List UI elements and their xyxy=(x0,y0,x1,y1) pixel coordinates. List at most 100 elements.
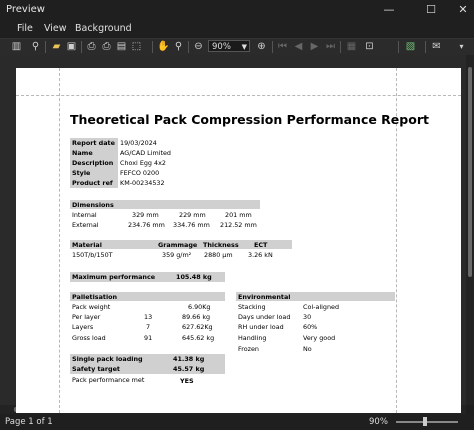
environmental-label: Days under load xyxy=(238,313,291,321)
zoom-in-icon[interactable]: ⊕ xyxy=(255,40,268,53)
layers-value: 627.62Kg xyxy=(182,323,213,331)
max-performance-value: 105.48 kg xyxy=(176,273,212,281)
more-icon[interactable]: ▾ xyxy=(455,40,468,53)
page-indicator: Page 1 of 1 xyxy=(5,417,53,427)
status-bar: Page 1 of 1 90% xyxy=(0,414,474,430)
meta-label: Description xyxy=(72,159,114,167)
layers-label: Layers xyxy=(72,323,94,331)
environmental-value: 30 xyxy=(303,313,312,321)
environmental-label: Frozen xyxy=(238,345,259,353)
vertical-scrollbar[interactable] xyxy=(466,55,474,405)
toolbar: ▥ ⚲ ▰ ▣ ⎙ ⎙ ▤ ⬚ ✋ ⚲ ⊖ 90% ▼ ⊕ ⏮ ◀ ▶ ⏭ ▦ … xyxy=(0,38,474,56)
gross-load-value: 645.62 kg xyxy=(182,334,215,342)
dimension-value: 229 mm xyxy=(179,211,206,219)
minimize-button[interactable]: — xyxy=(372,0,406,20)
gross-load-count: 91 xyxy=(144,334,153,342)
per-layer-value: 89.66 kg xyxy=(182,313,211,321)
meta-label: Style xyxy=(72,169,91,177)
zoom-percentage: 90% xyxy=(369,417,388,427)
last-page-icon[interactable]: ⏭ xyxy=(324,40,337,53)
environmental-value: 60% xyxy=(303,323,318,331)
menu-background[interactable]: Background xyxy=(75,23,132,34)
dimension-value: 334.76 mm xyxy=(173,221,210,229)
performance-met-label: Pack performance met xyxy=(72,376,145,384)
palletisation-header: Palletisation xyxy=(72,293,118,301)
meta-value: Choxi Egg 4x2 xyxy=(120,159,166,167)
zoom-select[interactable]: 90% ▼ xyxy=(208,40,250,52)
per-layer-count: 13 xyxy=(144,313,153,321)
print-icon[interactable]: ⎙ xyxy=(85,40,98,53)
menu-file[interactable]: File xyxy=(17,23,33,34)
meta-label: Name xyxy=(72,149,93,157)
ect-header: ECT xyxy=(254,241,268,249)
meta-value: FEFCO 0200 xyxy=(120,169,160,177)
scale-icon[interactable]: ⬚ xyxy=(130,40,143,53)
environmental-header: Environmental xyxy=(238,293,291,301)
meta-value: 19/03/2024 xyxy=(120,139,157,147)
environmental-value: Col-aligned xyxy=(303,303,340,311)
meta-label: Product ref xyxy=(72,179,113,187)
environmental-label: Stacking xyxy=(238,303,266,311)
zoom-slider[interactable] xyxy=(396,421,458,423)
pack-weight-value: 6.90Kg xyxy=(188,303,211,311)
material-value: 150T/b/150T xyxy=(72,251,113,259)
performance-met-value: YES xyxy=(180,377,194,385)
pack-weight-label: Pack weight xyxy=(72,303,111,311)
open-icon[interactable]: ▰ xyxy=(50,40,63,53)
zoom-out-icon[interactable]: ⊖ xyxy=(192,40,205,53)
environmental-value: No xyxy=(303,345,312,353)
grammage-header: Grammage xyxy=(158,241,198,249)
quick-print-icon[interactable]: ⎙ xyxy=(100,40,113,53)
dimensions-header: Dimensions xyxy=(72,201,114,209)
max-performance-label: Maximum performance xyxy=(72,273,156,281)
environmental-label: Handling xyxy=(238,334,267,342)
save-icon[interactable]: ▣ xyxy=(65,40,78,53)
background-icon[interactable]: ⊡ xyxy=(363,40,376,53)
thickness-value: 2880 µm xyxy=(204,251,233,259)
ect-value: 3.26 kN xyxy=(248,251,273,259)
gross-load-label: Gross load xyxy=(72,334,106,342)
meta-value: AG/CAD Limited xyxy=(120,149,171,157)
per-layer-label: Per layer xyxy=(72,313,101,321)
dimensions-label: External xyxy=(72,221,99,229)
dimension-value: 212.52 mm xyxy=(220,221,257,229)
maximize-button[interactable]: ☐ xyxy=(414,0,448,20)
next-page-icon[interactable]: ▶ xyxy=(308,40,321,53)
toggle-sidebar-icon[interactable]: ▥ xyxy=(10,40,23,53)
safety-target-value: 45.57 kg xyxy=(173,365,205,373)
menu-view[interactable]: View xyxy=(44,23,67,34)
title-bar: Preview — ☐ ✕ xyxy=(0,0,474,20)
page-setup-icon[interactable]: ▤ xyxy=(115,40,128,53)
magnifier-icon[interactable]: ⚲ xyxy=(172,40,185,53)
zoom-slider-thumb[interactable] xyxy=(423,417,427,426)
hand-tool-icon[interactable]: ✋ xyxy=(157,40,170,53)
dimension-value: 234.76 mm xyxy=(128,221,165,229)
dimension-value: 329 mm xyxy=(132,211,159,219)
chevron-down-icon: ▼ xyxy=(241,43,247,51)
find-icon[interactable]: ⚲ xyxy=(29,40,42,53)
single-pack-loading-value: 41.38 kg xyxy=(173,355,205,363)
window-title: Preview xyxy=(6,4,45,15)
previous-page-icon[interactable]: ◀ xyxy=(292,40,305,53)
material-header: Material xyxy=(72,241,102,249)
export-icon[interactable]: ▧ xyxy=(404,40,417,53)
menu-bar: File View Background xyxy=(0,20,474,38)
report-page: Theoretical Pack Compression Performance… xyxy=(16,68,461,413)
dimension-value: 201 mm xyxy=(225,211,252,219)
single-pack-loading-label: Single pack loading xyxy=(72,355,143,363)
close-button[interactable]: ✕ xyxy=(446,0,474,20)
meta-value: KM-00234532 xyxy=(120,179,165,187)
safety-target-label: Safety target xyxy=(72,365,120,373)
grammage-value: 359 g/m² xyxy=(162,251,192,259)
multi-page-icon[interactable]: ▦ xyxy=(345,40,358,53)
environmental-value: Very good xyxy=(303,334,336,342)
email-icon[interactable]: ✉ xyxy=(430,40,443,53)
report-title: Theoretical Pack Compression Performance… xyxy=(70,112,429,127)
first-page-icon[interactable]: ⏮ xyxy=(276,40,289,53)
thickness-header: Thickness xyxy=(203,241,239,249)
zoom-value: 90% xyxy=(212,42,231,52)
meta-label: Report date xyxy=(72,139,115,147)
dimensions-label: Internal xyxy=(72,211,97,219)
layers-count: 7 xyxy=(146,323,151,331)
environmental-label: RH under load xyxy=(238,323,284,331)
